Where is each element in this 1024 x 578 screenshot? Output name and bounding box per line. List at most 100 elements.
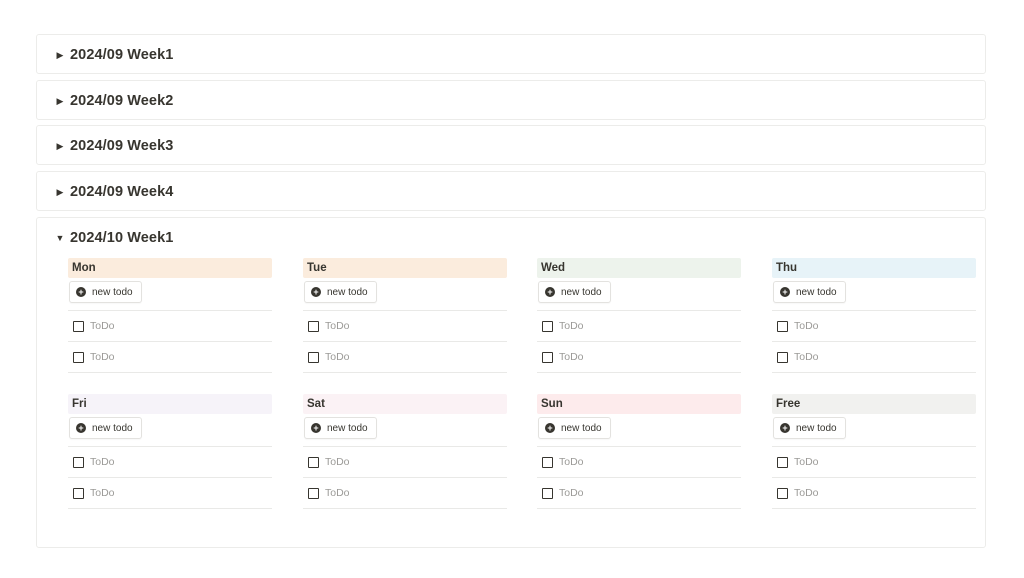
day-column-tue: Tue + new todo ToDo ToDo (303, 258, 507, 373)
day-column-wed: Wed + new todo ToDo ToDo (537, 258, 741, 373)
plus-circle-icon: + (780, 423, 790, 433)
todo-text[interactable]: ToDo (325, 456, 350, 468)
day-column-mon: Mon + new todo ToDo ToDo (68, 258, 272, 373)
page: ▶ 2024/09 Week1 ▶ 2024/09 Week2 ▶ 2024/0… (0, 0, 1024, 578)
toggle-2024-09-week2: ▶ 2024/09 Week2 (36, 80, 986, 120)
todo-text[interactable]: ToDo (325, 487, 350, 499)
new-todo-button[interactable]: + new todo (538, 417, 611, 439)
toggle-title: 2024/09 Week1 (70, 47, 174, 63)
day-header: Tue (303, 258, 507, 278)
todo-item: ToDo (537, 342, 741, 372)
toggle-header[interactable]: ▶ 2024/09 Week1 (37, 35, 985, 75)
day-header: Thu (772, 258, 976, 278)
todo-text[interactable]: ToDo (794, 351, 819, 363)
todo-text[interactable]: ToDo (325, 320, 350, 332)
todo-item: ToDo (303, 478, 507, 508)
todo-text[interactable]: ToDo (794, 320, 819, 332)
toggle-header[interactable]: ▶ 2024/09 Week3 (37, 126, 985, 166)
checkbox[interactable] (542, 487, 553, 499)
new-todo-label: new todo (327, 286, 368, 298)
todo-text[interactable]: ToDo (90, 456, 115, 468)
toggle-title: 2024/09 Week4 (70, 184, 174, 200)
divider (303, 508, 507, 509)
new-todo-label: new todo (327, 422, 368, 434)
checkbox[interactable] (73, 351, 84, 363)
toggle-2024-09-week1: ▶ 2024/09 Week1 (36, 34, 986, 74)
toggle-header[interactable]: ▶ 2024/09 Week2 (37, 81, 985, 121)
day-header: Wed (537, 258, 741, 278)
checkbox[interactable] (777, 487, 788, 499)
todo-text[interactable]: ToDo (325, 351, 350, 363)
checkbox[interactable] (542, 456, 553, 468)
new-todo-button[interactable]: + new todo (69, 281, 142, 303)
checkbox[interactable] (777, 456, 788, 468)
new-todo-button[interactable]: + new todo (538, 281, 611, 303)
caret-down-icon[interactable]: ▼ (54, 233, 66, 243)
divider (537, 372, 741, 373)
checkbox[interactable] (308, 487, 319, 499)
checkbox[interactable] (542, 351, 553, 363)
todo-item: ToDo (772, 342, 976, 372)
todo-item: ToDo (772, 478, 976, 508)
todo-text[interactable]: ToDo (90, 487, 115, 499)
todo-item: ToDo (68, 478, 272, 508)
todo-text[interactable]: ToDo (794, 487, 819, 499)
day-column-sat: Sat + new todo ToDo ToDo (303, 394, 507, 509)
toggle-2024-09-week3: ▶ 2024/09 Week3 (36, 125, 986, 165)
plus-circle-icon: + (76, 287, 86, 297)
todo-item: ToDo (537, 478, 741, 508)
todo-text[interactable]: ToDo (559, 487, 584, 499)
checkbox[interactable] (73, 487, 84, 499)
new-todo-button[interactable]: + new todo (69, 417, 142, 439)
todo-item: ToDo (68, 342, 272, 372)
checkbox[interactable] (777, 320, 788, 332)
new-todo-label: new todo (796, 286, 837, 298)
new-todo-label: new todo (92, 286, 133, 298)
caret-right-icon[interactable]: ▶ (54, 141, 66, 152)
day-column-fri: Fri + new todo ToDo ToDo (68, 394, 272, 509)
checkbox[interactable] (777, 351, 788, 363)
checkbox[interactable] (73, 456, 84, 468)
checkbox[interactable] (308, 456, 319, 468)
todo-text[interactable]: ToDo (794, 456, 819, 468)
new-todo-button[interactable]: + new todo (773, 417, 846, 439)
todo-item: ToDo (537, 447, 741, 477)
plus-circle-icon: + (311, 423, 321, 433)
new-todo-label: new todo (561, 286, 602, 298)
plus-circle-icon: + (311, 287, 321, 297)
day-header: Fri (68, 394, 272, 414)
toggle-header[interactable]: ▶ 2024/09 Week4 (37, 172, 985, 212)
todo-item: ToDo (303, 447, 507, 477)
day-header: Sun (537, 394, 741, 414)
todo-text[interactable]: ToDo (559, 351, 584, 363)
new-todo-button[interactable]: + new todo (304, 417, 377, 439)
new-todo-button[interactable]: + new todo (304, 281, 377, 303)
todo-text[interactable]: ToDo (559, 320, 584, 332)
todo-item: ToDo (772, 311, 976, 341)
checkbox[interactable] (542, 320, 553, 332)
checkbox[interactable] (308, 351, 319, 363)
plus-circle-icon: + (545, 423, 555, 433)
todo-item: ToDo (68, 311, 272, 341)
caret-right-icon[interactable]: ▶ (54, 187, 66, 198)
new-todo-button[interactable]: + new todo (773, 281, 846, 303)
todo-item: ToDo (68, 447, 272, 477)
toggle-header[interactable]: ▼ 2024/10 Week1 (37, 218, 985, 258)
day-column-free: Free + new todo ToDo ToDo (772, 394, 976, 509)
caret-right-icon[interactable]: ▶ (54, 50, 66, 61)
todo-item: ToDo (303, 342, 507, 372)
caret-right-icon[interactable]: ▶ (54, 96, 66, 107)
plus-circle-icon: + (545, 287, 555, 297)
todo-text[interactable]: ToDo (90, 351, 115, 363)
divider (537, 508, 741, 509)
todo-text[interactable]: ToDo (559, 456, 584, 468)
divider (303, 372, 507, 373)
todo-item: ToDo (303, 311, 507, 341)
checkbox[interactable] (73, 320, 84, 332)
todo-text[interactable]: ToDo (90, 320, 115, 332)
checkbox[interactable] (308, 320, 319, 332)
day-header: Mon (68, 258, 272, 278)
divider (68, 372, 272, 373)
new-todo-label: new todo (796, 422, 837, 434)
day-header: Free (772, 394, 976, 414)
